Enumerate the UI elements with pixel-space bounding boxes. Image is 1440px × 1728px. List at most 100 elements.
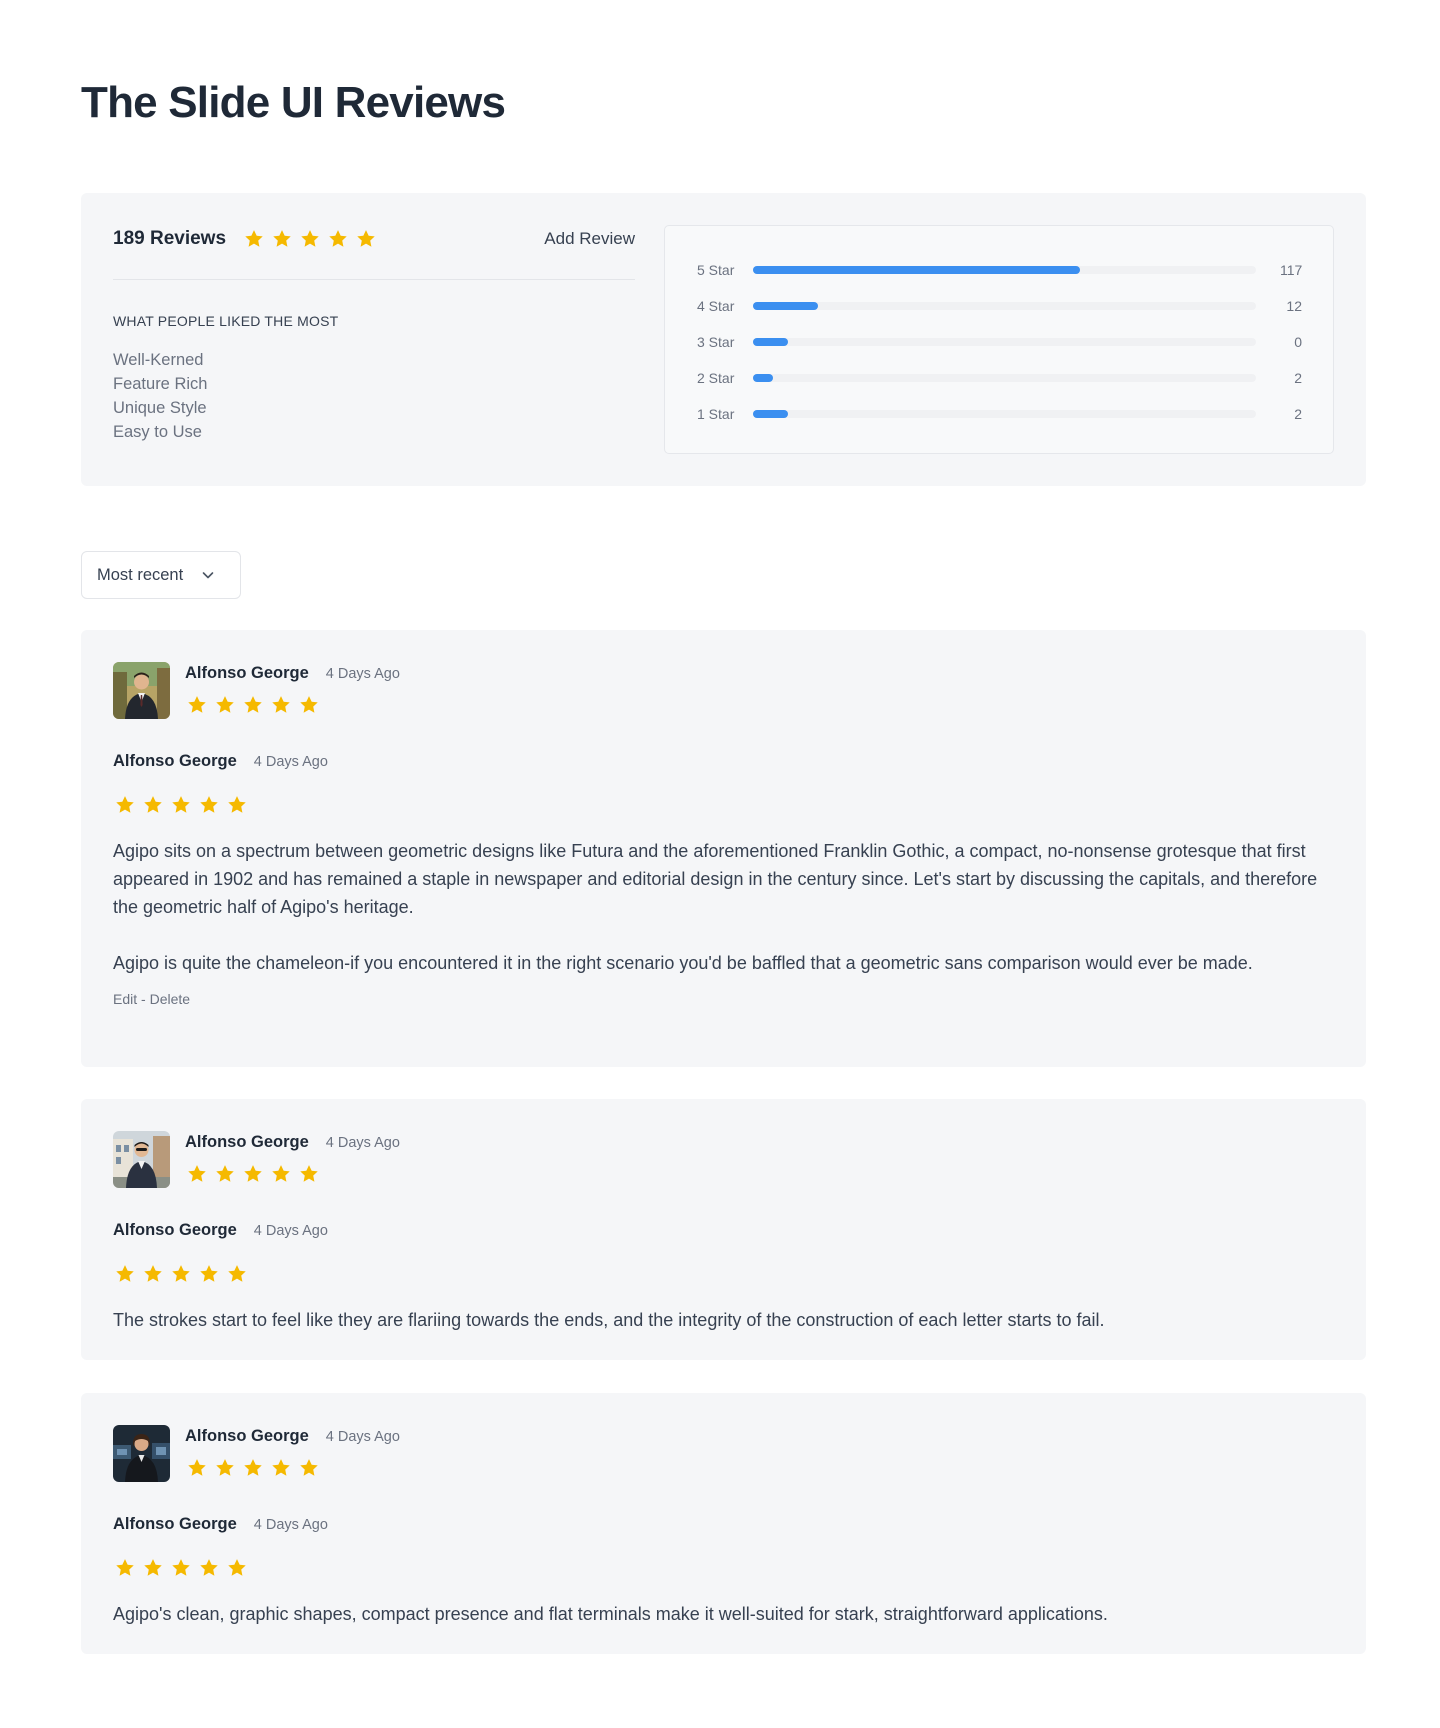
review-text: Agipo's clean, graphic shapes, compact p… xyxy=(113,1600,1324,1628)
star-icon xyxy=(170,794,192,816)
star-icon xyxy=(142,1263,164,1285)
breakdown-label: 2 Star xyxy=(697,370,735,386)
breakdown-track xyxy=(753,266,1256,274)
star-icon xyxy=(226,1263,248,1285)
review-meta: Alfonso George 4 Days Ago xyxy=(185,664,400,688)
review-paragraph: The strokes start to feel like they are … xyxy=(113,1310,1105,1330)
review-date: 4 Days Ago xyxy=(253,754,328,770)
star-icon xyxy=(242,694,264,716)
star-icon xyxy=(355,228,377,250)
star-icon xyxy=(270,1457,292,1479)
review-body-meta: Alfonso George 4 Days Ago xyxy=(113,1515,1324,1539)
star-icon xyxy=(214,1457,236,1479)
liked-item: Well-Kerned xyxy=(113,351,204,369)
breakdown-row-5-star: 5 Star 117 xyxy=(697,260,1302,280)
star-icon xyxy=(214,1163,236,1185)
star-icon xyxy=(114,1263,136,1285)
avatar xyxy=(113,662,170,719)
breakdown-bar xyxy=(753,374,774,382)
summary-overview: 189 Reviews Add Review WHAT PEOPLE LIKED… xyxy=(113,221,635,444)
breakdown-track xyxy=(753,410,1256,418)
review-header-info: Alfonso George 4 Days Ago xyxy=(185,1425,400,1484)
breakdown-label: 3 Star xyxy=(697,334,735,350)
summary-header: 189 Reviews Add Review xyxy=(113,221,635,257)
liked-most-list: Well-Kerned Feature Rich Unique Style Ea… xyxy=(113,348,635,444)
reviewer-name[interactable]: Alfonso George xyxy=(185,664,309,683)
review-date: 4 Days Ago xyxy=(253,1517,328,1533)
review-date: 4 Days Ago xyxy=(325,666,400,682)
summary-star-rating xyxy=(243,228,377,250)
review-actions: Edit - Delete xyxy=(113,991,1324,1007)
breakdown-row-4-star: 4 Star 12 xyxy=(697,296,1302,316)
reviewer-name[interactable]: Alfonso George xyxy=(185,1427,309,1446)
action-separator: - xyxy=(137,991,150,1007)
review-card: Alfonso George 4 Days Ago Alfonso George… xyxy=(81,1393,1366,1654)
star-icon xyxy=(186,694,208,716)
page-title: The Slide UI Reviews xyxy=(81,78,506,127)
sort-dropdown[interactable]: Most recent xyxy=(81,551,241,599)
breakdown-row-2-star: 2 Star 2 xyxy=(697,368,1302,388)
liked-item: Feature Rich xyxy=(113,375,208,393)
breakdown-count: 2 xyxy=(1294,370,1302,386)
breakdown-count: 12 xyxy=(1286,298,1302,314)
reviewer-name: Alfonso George xyxy=(113,752,237,770)
star-icon xyxy=(170,1263,192,1285)
chevron-down-icon xyxy=(201,568,215,582)
review-date: 4 Days Ago xyxy=(325,1429,400,1445)
review-header: Alfonso George 4 Days Ago xyxy=(113,1425,400,1484)
summary-divider xyxy=(113,279,635,280)
star-icon xyxy=(242,1163,264,1185)
review-text: Agipo sits on a spectrum between geometr… xyxy=(113,837,1324,977)
review-header-info: Alfonso George 4 Days Ago xyxy=(185,662,400,721)
review-paragraph: Agipo's clean, graphic shapes, compact p… xyxy=(113,1604,1108,1624)
review-body-meta: Alfonso George 4 Days Ago xyxy=(113,1221,1324,1245)
review-meta: Alfonso George 4 Days Ago xyxy=(185,1133,400,1157)
reviewer-name: Alfonso George xyxy=(113,1221,237,1239)
rating-summary-card: 189 Reviews Add Review WHAT PEOPLE LIKED… xyxy=(81,193,1366,486)
review-count: 189 Reviews xyxy=(113,228,227,249)
review-card: Alfonso George 4 Days Ago Alfonso George… xyxy=(81,630,1366,1067)
star-icon xyxy=(299,228,321,250)
review-star-rating xyxy=(114,794,248,816)
star-icon xyxy=(142,1557,164,1579)
liked-item: Unique Style xyxy=(113,399,207,417)
star-icon xyxy=(226,1557,248,1579)
star-icon xyxy=(298,1457,320,1479)
reviewer-name[interactable]: Alfonso George xyxy=(185,1133,309,1152)
star-icon xyxy=(214,694,236,716)
review-text: The strokes start to feel like they are … xyxy=(113,1306,1324,1334)
delete-link[interactable]: Delete xyxy=(150,991,190,1007)
star-icon xyxy=(198,1263,220,1285)
breakdown-label: 4 Star xyxy=(697,298,735,314)
review-header: Alfonso George 4 Days Ago xyxy=(113,662,400,721)
star-icon xyxy=(142,794,164,816)
breakdown-row-3-star: 3 Star 0 xyxy=(697,332,1302,352)
star-icon xyxy=(271,228,293,250)
breakdown-label: 1 Star xyxy=(697,406,735,422)
breakdown-track xyxy=(753,302,1256,310)
review-body: Alfonso George 4 Days Ago Agipo's clean,… xyxy=(113,1513,1324,1628)
review-star-rating xyxy=(186,1457,320,1479)
review-body: Alfonso George 4 Days Ago The strokes st… xyxy=(113,1219,1324,1334)
star-icon xyxy=(170,1557,192,1579)
review-star-rating xyxy=(186,694,320,716)
star-icon xyxy=(243,228,265,250)
review-body-meta: Alfonso George 4 Days Ago xyxy=(113,752,1324,776)
liked-most-heading: WHAT PEOPLE LIKED THE MOST xyxy=(113,313,339,329)
liked-item: Easy to Use xyxy=(113,423,202,441)
review-date: 4 Days Ago xyxy=(253,1223,328,1239)
star-icon xyxy=(270,694,292,716)
breakdown-count: 2 xyxy=(1294,406,1302,422)
add-review-button[interactable]: Add Review xyxy=(544,229,635,249)
star-icon xyxy=(186,1457,208,1479)
review-star-rating xyxy=(114,1557,248,1579)
breakdown-count: 0 xyxy=(1294,334,1302,350)
review-header-info: Alfonso George 4 Days Ago xyxy=(185,1131,400,1190)
review-paragraph: Agipo sits on a spectrum between geometr… xyxy=(113,841,1318,917)
rating-breakdown: 5 Star 117 4 Star 12 3 Star 0 2 Star 2 1… xyxy=(664,225,1334,454)
edit-link[interactable]: Edit xyxy=(113,991,137,1007)
star-icon xyxy=(114,1557,136,1579)
sort-dropdown-label: Most recent xyxy=(97,565,184,584)
review-date: 4 Days Ago xyxy=(325,1135,400,1151)
review-star-rating xyxy=(114,1263,248,1285)
